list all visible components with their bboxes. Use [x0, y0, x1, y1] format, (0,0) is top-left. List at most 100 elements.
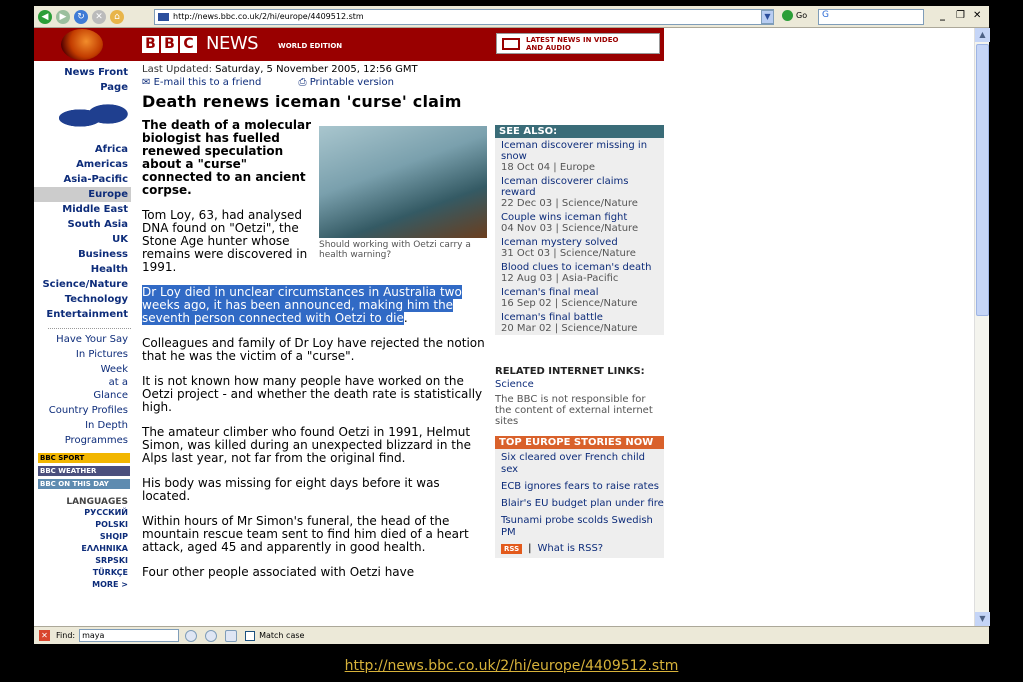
language-link[interactable]: TÜRKÇE — [34, 567, 131, 579]
latest-news-label: LATEST NEWS IN VIDEO AND AUDIO — [526, 36, 618, 52]
see-also-link[interactable]: Iceman's final battle — [501, 312, 603, 323]
nav-secondary[interactable]: Have Your Say — [34, 333, 131, 346]
nav-region[interactable]: Middle East — [34, 202, 131, 217]
caption-url-link[interactable]: http://news.bbc.co.uk/2/hi/europe/440951… — [0, 658, 1023, 674]
internet-links-heading: RELATED INTERNET LINKS: — [495, 366, 645, 377]
go-label: Go — [796, 11, 808, 20]
article-paragraph: Four other people associated with Oetzi … — [142, 565, 415, 579]
internet-link[interactable]: Science — [495, 379, 664, 390]
nav-secondary[interactable]: Programmes — [34, 434, 131, 447]
see-also-link[interactable]: Iceman's final meal — [501, 287, 598, 298]
top-story-link[interactable]: Six cleared over French child sex — [495, 449, 664, 478]
stop-icon[interactable]: ✕ — [92, 9, 106, 24]
nav-region[interactable]: Entertainment — [34, 307, 131, 322]
nav-secondary[interactable]: Week at a Glance — [34, 363, 131, 402]
rss-row: RSS | What is RSS? — [495, 541, 664, 558]
go-button[interactable]: Go — [782, 10, 807, 21]
selected-text[interactable]: Dr Loy died in unclear circumstances in … — [142, 285, 462, 325]
vertical-scrollbar[interactable]: ▲ ▼ — [974, 28, 990, 626]
scroll-down-icon[interactable]: ▼ — [975, 612, 990, 626]
home-icon[interactable]: ⌂ — [110, 9, 124, 24]
nav-region[interactable]: Americas — [34, 157, 131, 172]
close-button[interactable]: ✕ — [973, 10, 981, 21]
see-also-item: Iceman's final battle 20 Mar 02 | Science… — [495, 310, 664, 335]
rss-icon[interactable]: RSS — [501, 543, 523, 554]
match-case-checkbox[interactable] — [245, 630, 256, 641]
nav-region-selected[interactable]: Europe — [34, 187, 131, 202]
language-link[interactable]: РУССКИЙ — [34, 507, 131, 519]
language-more-link[interactable]: MORE > — [34, 579, 131, 591]
top-story-link[interactable]: ECB ignores fears to raise rates — [495, 478, 664, 495]
nav-secondary[interactable]: In Depth — [34, 419, 131, 432]
article-paragraph: Within hours of Mr Simon's funeral, the … — [142, 514, 469, 554]
bbc-on-this-day-badge[interactable]: BBC ON THIS DAY — [38, 479, 130, 489]
nav-region[interactable]: Asia-Pacific — [34, 172, 131, 187]
see-also-item: Blood clues to iceman's death 12 Aug 03 |… — [495, 260, 664, 285]
scroll-up-icon[interactable]: ▲ — [975, 28, 990, 42]
nav-secondary[interactable]: In Pictures — [34, 348, 131, 361]
print-link[interactable]: Printable version — [310, 77, 394, 88]
bbc-logo[interactable]: B B C — [142, 36, 199, 53]
see-also-item: Iceman mystery solved 31 Oct 03 | Science… — [495, 235, 664, 260]
article-paragraph: The amateur climber who found Oetzi in 1… — [142, 425, 471, 465]
video-icon — [502, 37, 520, 50]
see-also-heading: SEE ALSO: — [495, 125, 664, 138]
highlight-all-icon[interactable] — [225, 629, 238, 642]
top-story-link[interactable]: Tsunami probe scolds Swedish PM — [495, 512, 664, 541]
print-icon[interactable]: ⎙ — [299, 77, 307, 88]
email-link[interactable]: E-mail this to a friend — [154, 77, 262, 88]
see-also-link[interactable]: Iceman mystery solved — [501, 237, 618, 248]
go-icon — [782, 10, 793, 21]
top-story-link[interactable]: Blair's EU budget plan under fire — [495, 495, 664, 512]
top-europe-heading: TOP EUROPE STORIES NOW — [495, 436, 664, 449]
email-icon[interactable]: ✉ — [142, 77, 150, 88]
scroll-thumb[interactable] — [976, 44, 989, 316]
forward-icon[interactable]: ▶ — [56, 9, 70, 24]
match-case-label: Match case — [259, 631, 305, 640]
find-next-icon[interactable] — [185, 629, 198, 642]
nav-region[interactable]: Business — [34, 247, 131, 262]
nav-region[interactable]: Africa — [34, 142, 131, 157]
back-icon[interactable]: ◀ — [38, 9, 52, 24]
photo-caption: Should working with Oetzi carry a health… — [319, 240, 471, 260]
language-link[interactable]: SHQIP — [34, 531, 131, 543]
iceman-photo — [319, 126, 487, 238]
google-search-box[interactable]: G — [818, 9, 924, 25]
bbc-sport-badge[interactable]: BBC SPORT — [38, 453, 130, 463]
reload-icon[interactable]: ↻ — [74, 9, 88, 24]
address-dropdown-icon[interactable]: ▼ — [761, 10, 774, 24]
world-map-icon[interactable] — [59, 98, 129, 138]
see-also-date: 16 Sep 02 | Science/Nature — [501, 298, 638, 309]
restore-button[interactable]: ❐ — [956, 10, 965, 21]
find-previous-icon[interactable] — [205, 629, 218, 642]
nav-secondary[interactable]: Country Profiles — [34, 404, 131, 417]
bbc-header: B B C NEWS WORLD EDITION LATEST NEWS IN … — [34, 28, 664, 61]
see-also-link[interactable]: Couple wins iceman fight — [501, 212, 627, 223]
nav-region[interactable]: Health — [34, 262, 131, 277]
language-link[interactable]: ΕΛΛΗΝΙΚΑ — [34, 543, 131, 555]
news-wordmark[interactable]: NEWS — [206, 33, 259, 54]
nav-region[interactable]: UK — [34, 232, 131, 247]
minimize-button[interactable]: _ — [940, 10, 945, 21]
nav-news-front[interactable]: News Front Page — [34, 65, 131, 95]
language-link[interactable]: POLSKI — [34, 519, 131, 531]
see-also-link[interactable]: Iceman discoverer claims reward — [501, 176, 628, 198]
address-url: http://news.bbc.co.uk/2/hi/europe/440951… — [173, 12, 364, 21]
find-close-icon[interactable]: ✕ — [39, 630, 50, 641]
nav-region[interactable]: Technology — [34, 292, 131, 307]
article-paragraph: His body was missing for eight days befo… — [142, 476, 440, 503]
logo-letter: B — [142, 36, 159, 53]
address-bar[interactable]: http://news.bbc.co.uk/2/hi/europe/440951… — [154, 9, 774, 25]
nav-region[interactable]: South Asia — [34, 217, 131, 232]
bbc-weather-badge[interactable]: BBC WEATHER — [38, 466, 130, 476]
rss-help-link[interactable]: What is RSS? — [538, 543, 604, 554]
nav-region[interactable]: Science/Nature — [34, 277, 131, 292]
latest-news-button[interactable]: LATEST NEWS IN VIDEO AND AUDIO — [496, 33, 660, 54]
page-content: B B C NEWS WORLD EDITION LATEST NEWS IN … — [34, 28, 974, 626]
see-also-link[interactable]: Iceman discoverer missing in snow — [501, 140, 647, 162]
language-link[interactable]: SRPSKI — [34, 555, 131, 567]
find-input[interactable]: maya — [79, 629, 180, 642]
see-also-link[interactable]: Blood clues to iceman's death — [501, 262, 651, 273]
logo-letter: B — [161, 36, 178, 53]
page-icon — [158, 13, 169, 21]
